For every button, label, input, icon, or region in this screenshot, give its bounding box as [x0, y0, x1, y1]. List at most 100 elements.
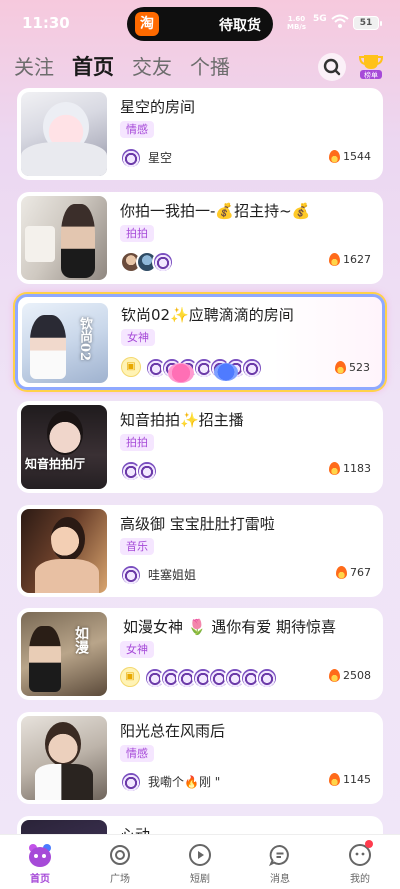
play-icon — [189, 844, 211, 866]
rank-label: 榜单 — [364, 71, 378, 80]
dynamic-island[interactable]: 淘 待取货 — [127, 7, 273, 41]
room-title: 星空的房间 — [120, 98, 196, 116]
host-name: 星空 — [148, 151, 173, 165]
host-row — [120, 251, 174, 273]
room-tag: 音乐 — [120, 538, 154, 555]
bottom-tab-label: 我的 — [350, 874, 370, 885]
rank-button[interactable]: 榜单 — [356, 52, 386, 80]
seat-row: ▣ — [120, 667, 278, 689]
network-speed-unit: MB/s — [287, 23, 307, 31]
heat-value: 523 — [349, 361, 370, 374]
bottom-tab-profile[interactable]: 我的 — [320, 835, 400, 889]
taobao-icon: 淘 — [135, 12, 159, 36]
room-card[interactable]: 如漫 如漫女神 🌷 遇你有爱 期待惊喜 女神 ▣ 2508 — [17, 608, 383, 700]
bottom-tab-drama[interactable]: 短剧 — [160, 835, 240, 889]
tab-solo-live[interactable]: 个播 — [190, 52, 230, 84]
flame-icon — [329, 253, 340, 266]
heat-count: 1183 — [329, 462, 371, 475]
room-thumbnail: 钦尚02 — [22, 303, 108, 383]
heat-count: 523 — [335, 361, 370, 374]
seat-icon: ▣ — [120, 667, 140, 687]
message-icon — [269, 845, 289, 867]
status-time: 11:30 — [22, 14, 70, 32]
flame-icon — [336, 566, 347, 579]
room-card[interactable]: 你拍一我拍一-💰招主持~💰 拍拍 1627 — [17, 192, 383, 284]
room-card[interactable]: 阳光总在风雨后 情感 我嘞个🔥刚 " 1145 — [17, 712, 383, 804]
top-tabs: 关注 首页 交友 个播 — [14, 52, 230, 84]
plaza-icon — [110, 845, 130, 865]
bottom-tab-messages[interactable]: 消息 — [240, 835, 320, 889]
room-tag: 拍拍 — [120, 434, 154, 451]
bottom-tab-label: 消息 — [270, 874, 290, 885]
status-bar: 11:30 淘 待取货 1.60 MB/s 5G 51 — [0, 0, 400, 48]
heat-value: 2508 — [343, 669, 371, 682]
heat-count: 767 — [336, 566, 371, 579]
room-card[interactable]: 知音拍拍厅 知音拍拍✨招主播 拍拍 1183 — [17, 401, 383, 493]
room-tag: 情感 — [120, 121, 154, 138]
tab-home[interactable]: 首页 — [72, 52, 114, 84]
avatar — [256, 667, 278, 689]
room-thumbnail — [21, 196, 107, 280]
island-status-text: 待取货 — [219, 18, 261, 34]
bottom-tab-plaza[interactable]: 广场 — [80, 835, 160, 889]
rank-trophy-icon: 榜单 — [358, 55, 384, 80]
room-tag: 情感 — [120, 745, 154, 762]
avatar — [120, 564, 142, 586]
room-card[interactable]: 星空的房间 情感 星空 1544 — [17, 88, 383, 180]
featured-room-card[interactable]: 钦尚02 钦尚02✨应聘滴滴的房间 女神 ▣ 523 — [15, 294, 385, 390]
room-thumbnail — [21, 92, 107, 176]
flame-icon — [329, 669, 340, 682]
host-name: 我嘞个🔥刚 " — [148, 775, 221, 789]
host-row: 哇塞姐姐 — [120, 564, 196, 586]
room-card[interactable]: 心动 — [17, 816, 383, 834]
room-title: 知音拍拍✨招主播 — [120, 411, 244, 429]
heat-count: 1145 — [329, 773, 371, 786]
room-title: 你拍一我拍一-💰招主持~💰 — [120, 202, 311, 220]
heat-count: 1544 — [329, 150, 371, 163]
tab-follow[interactable]: 关注 — [14, 52, 54, 84]
notification-dot — [365, 840, 373, 848]
room-feed[interactable]: 星空的房间 情感 星空 1544 你拍一我拍一-💰招主持~💰 拍拍 1627 钦… — [0, 88, 400, 834]
seat-icon: ▣ — [121, 357, 141, 377]
room-thumbnail — [21, 509, 107, 593]
host-row: 我嘞个🔥刚 " — [120, 771, 220, 793]
flame-icon — [329, 150, 340, 163]
bottom-tab-label: 短剧 — [190, 874, 210, 885]
avatar — [136, 460, 158, 482]
tab-friends[interactable]: 交友 — [132, 52, 172, 84]
heat-count: 2508 — [329, 669, 371, 682]
search-icon — [323, 58, 341, 76]
room-tag: 女神 — [121, 329, 155, 346]
battery-icon: 51 — [353, 16, 382, 30]
room-tag: 拍拍 — [120, 225, 154, 242]
gift-balloon-decoration — [214, 363, 238, 381]
heat-value: 1627 — [343, 253, 371, 266]
room-title: 钦尚02✨应聘滴滴的房间 — [121, 306, 294, 324]
avatar — [241, 357, 263, 379]
room-thumbnail: 如漫 — [21, 612, 107, 696]
bottom-tab-label: 首页 — [30, 874, 50, 885]
bottom-tab-label: 广场 — [110, 874, 130, 885]
flame-icon — [329, 773, 340, 786]
room-thumbnail: 知音拍拍厅 — [21, 405, 107, 489]
host-row: 星空 — [120, 147, 172, 169]
room-card[interactable]: 高级御 宝宝肚肚打雷啦 音乐 哇塞姐姐 767 — [17, 505, 383, 597]
flame-icon — [335, 361, 346, 374]
signal-indicator: 5G — [313, 14, 327, 24]
home-bear-icon — [29, 844, 51, 867]
network-speed: 1.60 MB/s — [287, 15, 306, 31]
host-row — [120, 460, 158, 482]
heat-count: 1627 — [329, 253, 371, 266]
search-button[interactable] — [318, 53, 346, 81]
avatar — [120, 147, 142, 169]
thumbnail-caption: 知音拍拍厅 — [25, 457, 86, 471]
bottom-tab-home[interactable]: 首页 — [0, 835, 80, 889]
heat-value: 1145 — [343, 773, 371, 786]
flame-icon — [329, 462, 340, 475]
avatar — [152, 251, 174, 273]
room-title: 高级御 宝宝肚肚打雷啦 — [120, 515, 275, 533]
bottom-tab-bar: 首页 广场 短剧 消息 我的 — [0, 834, 400, 889]
heat-value: 767 — [350, 566, 371, 579]
room-thumbnail — [21, 716, 107, 800]
room-title: 心动 — [120, 824, 150, 834]
